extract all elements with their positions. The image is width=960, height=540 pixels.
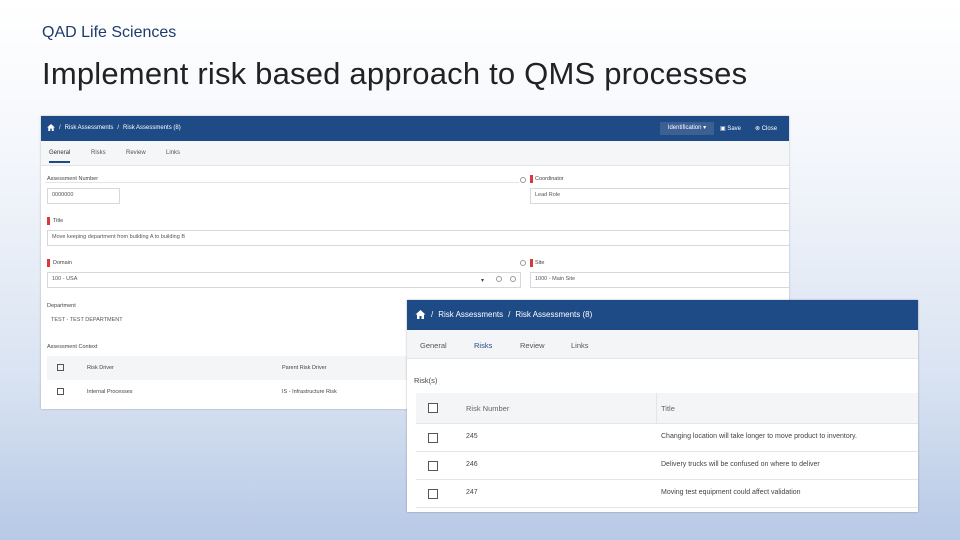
assessment-number-field[interactable]: 0000000 — [47, 188, 120, 204]
required-marker — [530, 259, 533, 267]
required-marker — [47, 259, 50, 267]
table-row[interactable]: 246 Delivery trucks will be confused on … — [416, 452, 918, 480]
breadcrumb-risk-assessments[interactable]: Risk Assessments — [65, 125, 114, 131]
parent-risk-driver-cell: IS - Infrastructure Risk — [282, 389, 337, 395]
coordinator-label: Coordinator — [535, 176, 564, 182]
slide-title: Implement risk based approach to QMS pro… — [42, 56, 748, 91]
tab-bar: General Risks Review Links — [41, 141, 789, 166]
save-label: Save — [727, 126, 742, 132]
column-risk-driver[interactable]: Risk Driver — [87, 365, 114, 371]
home-icon[interactable] — [47, 124, 55, 131]
row-checkbox[interactable] — [428, 489, 438, 499]
top-bar: / Risk Assessments / Risk Assessments (8… — [407, 300, 918, 330]
column-parent-risk-driver[interactable]: Parent Risk Driver — [282, 365, 327, 371]
select-all-checkbox[interactable] — [57, 364, 64, 371]
assessment-context-label: Assessment Context — [47, 344, 98, 350]
tab-bar: General Risks Review Links — [407, 330, 918, 359]
risk-assessment-risks-window: / Risk Assessments / Risk Assessments (8… — [407, 300, 918, 512]
info-icon[interactable] — [520, 177, 526, 183]
breadcrumb-current: Risk Assessments (8) — [123, 124, 181, 131]
breadcrumb-current: Risk Assessments (8) — [515, 310, 593, 319]
risk-driver-cell: Internal Processes — [87, 389, 133, 395]
risk-title-cell: Changing location will take longer to mo… — [661, 433, 857, 440]
tab-review[interactable]: Review — [126, 150, 146, 156]
risks-section-label: Risk(s) — [414, 376, 438, 385]
title-label: Title — [53, 218, 64, 224]
brand-label: QAD Life Sciences — [42, 24, 177, 41]
risks-table: Risk Number Title 245 Changing location … — [416, 393, 918, 508]
risk-number-cell[interactable]: 247 — [466, 489, 478, 496]
tab-risks[interactable]: Risks — [474, 341, 492, 350]
breadcrumb-risk-assessments[interactable]: Risk Assessments — [438, 310, 503, 319]
risk-number-cell[interactable]: 245 — [466, 433, 478, 440]
tab-general[interactable]: General — [49, 150, 71, 163]
domain-label: Domain — [53, 260, 72, 266]
breadcrumb-separator: / — [508, 310, 511, 319]
close-button[interactable]: ⊗ Close — [755, 125, 777, 132]
coordinator-field[interactable]: Lead Role — [530, 188, 789, 204]
assessment-number-label: Assessment Number — [47, 176, 99, 182]
add-icon[interactable] — [496, 276, 502, 282]
department-label: Department — [47, 303, 76, 309]
title-field[interactable]: Move keeping department from building A … — [47, 230, 789, 246]
close-icon: ⊗ — [755, 126, 761, 132]
required-marker — [47, 217, 50, 225]
info-icon[interactable] — [520, 260, 526, 266]
column-risk-number[interactable]: Risk Number — [466, 404, 509, 413]
identification-dropdown[interactable]: Identification ▾ — [660, 122, 714, 135]
risk-number-cell[interactable]: 246 — [466, 461, 478, 468]
save-button[interactable]: ▣ Save — [720, 125, 741, 132]
chevron-down-icon: ▾ — [703, 125, 707, 131]
site-select[interactable]: 1000 - Main Site — [530, 272, 789, 288]
select-all-checkbox[interactable] — [428, 403, 438, 413]
site-label: Site — [535, 260, 545, 266]
top-bar: / Risk Assessments / Risk Assessments (8… — [41, 116, 789, 141]
chevron-down-icon[interactable]: ▾ — [481, 277, 484, 284]
table-row[interactable]: 245 Changing location will take longer t… — [416, 424, 918, 452]
tab-links[interactable]: Links — [571, 341, 589, 350]
tab-links[interactable]: Links — [166, 150, 180, 156]
risk-title-cell: Delivery trucks will be confused on wher… — [661, 461, 820, 468]
table-row[interactable]: 247 Moving test equipment could affect v… — [416, 480, 918, 508]
row-checkbox[interactable] — [57, 388, 64, 395]
risk-title-cell: Moving test equipment could affect valid… — [661, 489, 801, 496]
department-field[interactable]: TEST - TEST DEPARTMENT — [47, 314, 407, 330]
table-header: Risk Number Title — [416, 393, 918, 424]
breadcrumb-separator: / — [117, 124, 120, 131]
domain-select[interactable]: 100 - USA — [47, 272, 521, 288]
tab-risks[interactable]: Risks — [91, 150, 106, 156]
column-title[interactable]: Title — [661, 404, 675, 413]
row-checkbox[interactable] — [428, 433, 438, 443]
breadcrumb: / Risk Assessments / Risk Assessments (8… — [415, 310, 592, 319]
tab-review[interactable]: Review — [520, 341, 545, 350]
column-divider — [656, 393, 657, 423]
save-icon: ▣ — [720, 126, 726, 132]
row-checkbox[interactable] — [428, 461, 438, 471]
remove-icon[interactable] — [510, 276, 516, 282]
breadcrumb-separator: / — [59, 124, 61, 131]
close-label: Close — [761, 126, 778, 132]
divider — [45, 182, 519, 183]
identification-label: Identification — [667, 125, 702, 131]
breadcrumb-separator: / — [431, 310, 434, 319]
tab-general[interactable]: General — [420, 341, 447, 350]
home-icon[interactable] — [415, 310, 426, 319]
required-marker — [530, 175, 533, 183]
breadcrumb: / Risk Assessments / Risk Assessments (8… — [47, 124, 181, 131]
